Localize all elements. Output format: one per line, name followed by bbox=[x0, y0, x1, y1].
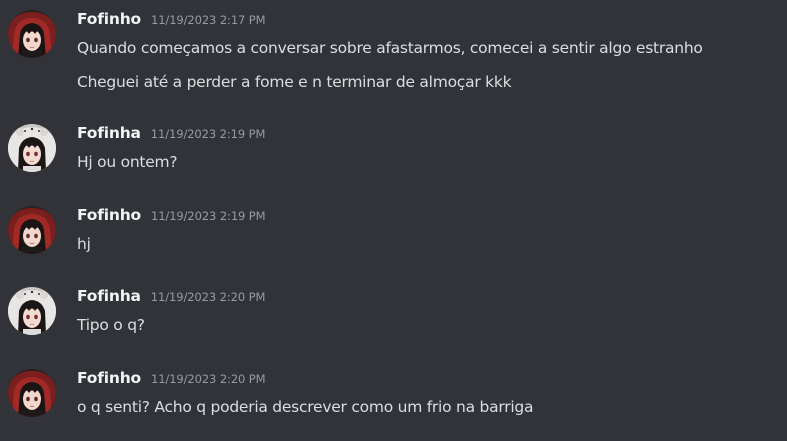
red-hooded-girl-avatar[interactable] bbox=[8, 369, 56, 417]
message-header: Fofinha 11/19/2023 2:20 PM bbox=[77, 287, 265, 309]
red-hooded-girl-avatar[interactable] bbox=[8, 10, 56, 58]
message-text: o q senti? Acho q poderia descrever como… bbox=[77, 398, 534, 416]
timestamp[interactable]: 11/19/2023 2:20 PM bbox=[151, 372, 266, 386]
timestamp[interactable]: 11/19/2023 2:19 PM bbox=[151, 127, 266, 141]
username[interactable]: Fofinha bbox=[77, 287, 141, 305]
timestamp[interactable]: 11/19/2023 2:19 PM bbox=[151, 209, 266, 223]
message-text: Tipo o q? bbox=[77, 316, 145, 334]
white-hooded-girl-avatar[interactable] bbox=[8, 124, 56, 172]
username[interactable]: Fofinho bbox=[77, 206, 141, 224]
message-text: Cheguei até a perder a fome e n terminar… bbox=[77, 73, 512, 91]
white-hooded-girl-avatar[interactable] bbox=[8, 287, 56, 335]
message-header: Fofinho 11/19/2023 2:20 PM bbox=[77, 369, 266, 391]
timestamp[interactable]: 11/19/2023 2:20 PM bbox=[151, 290, 266, 304]
message-header: Fofinha 11/19/2023 2:19 PM bbox=[77, 124, 265, 146]
message-text: Hj ou ontem? bbox=[77, 153, 178, 171]
username[interactable]: Fofinho bbox=[77, 369, 141, 387]
message-text: hj bbox=[77, 235, 91, 253]
message-text: Quando começamos a conversar sobre afast… bbox=[77, 39, 703, 57]
chat-message-list: Fofinho 11/19/2023 2:17 PM Quando começa… bbox=[0, 0, 787, 441]
message-header: Fofinho 11/19/2023 2:17 PM bbox=[77, 10, 266, 32]
username[interactable]: Fofinho bbox=[77, 10, 141, 28]
timestamp[interactable]: 11/19/2023 2:17 PM bbox=[151, 13, 266, 27]
message-header: Fofinho 11/19/2023 2:19 PM bbox=[77, 206, 266, 228]
username[interactable]: Fofinha bbox=[77, 124, 141, 142]
red-hooded-girl-avatar[interactable] bbox=[8, 206, 56, 254]
